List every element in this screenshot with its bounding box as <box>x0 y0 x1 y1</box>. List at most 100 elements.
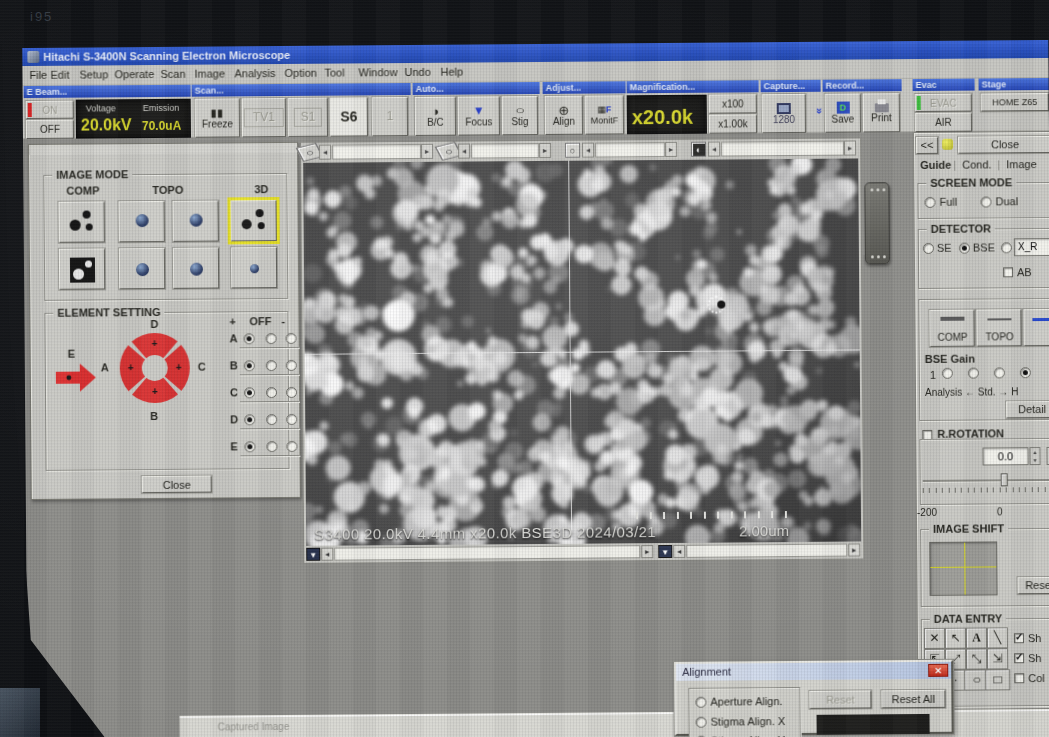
menu-undo[interactable]: Undo <box>404 66 430 78</box>
sem-image[interactable]: S3400 20.0kV 4.4mm x20.0k BSE3D 2024/03/… <box>303 158 861 545</box>
scan-single-button[interactable]: 1 <box>372 97 408 136</box>
rotation-slider-thumb[interactable] <box>1001 473 1008 486</box>
bse-gain-radio-1[interactable] <box>942 368 953 379</box>
detail-button[interactable]: Detail <box>1006 401 1049 418</box>
menu-setup[interactable]: Setup <box>79 68 108 80</box>
slider-track[interactable] <box>721 141 844 157</box>
rotation-slider-track[interactable] <box>923 479 1049 482</box>
element-radio-B-minus[interactable] <box>286 360 297 371</box>
aperture-align-radio[interactable] <box>695 697 706 708</box>
element-radio-C-off[interactable] <box>266 387 277 398</box>
topo-mode-button-3[interactable] <box>119 248 165 289</box>
sem-scroll-left-arrow[interactable]: ◄ <box>321 548 333 561</box>
bse-gain-radio-2[interactable] <box>968 368 979 379</box>
mode-3d-button-2[interactable] <box>231 247 277 288</box>
evac-button[interactable]: EVAC <box>915 94 972 112</box>
data-entry-text-tool[interactable]: A <box>966 627 987 648</box>
menu-analysis[interactable]: Analysis <box>234 67 275 79</box>
panel-note-icon[interactable] <box>942 139 953 150</box>
bse-gain-radio-3[interactable] <box>994 367 1005 378</box>
sem-scroll-icon-1[interactable]: ▼ <box>306 548 320 561</box>
adjust-monitf-button[interactable]: ▦F MonitF <box>585 95 624 134</box>
data-entry-line-tool[interactable]: ╲ <box>987 627 1008 648</box>
data-entry-check-1[interactable] <box>1014 633 1024 643</box>
mode-3d-button[interactable] <box>230 200 276 241</box>
element-radio-D-off[interactable] <box>266 414 277 425</box>
image-mode-close-button[interactable]: Close <box>142 476 212 494</box>
data-entry-delete-tool[interactable]: ✕ <box>924 628 945 649</box>
element-radio-E-off[interactable] <box>266 441 277 452</box>
capture-resolution-button[interactable]: 1280 <box>762 94 806 133</box>
image-mode-panel-titlebar[interactable] <box>29 143 297 155</box>
element-radio-D-minus[interactable] <box>286 414 297 425</box>
menu-image[interactable]: Image <box>194 67 225 79</box>
mag-x100-button[interactable]: x100 <box>709 94 757 113</box>
element-radio-C-minus[interactable] <box>286 387 297 398</box>
slider-right-arrow[interactable]: ► <box>844 140 856 155</box>
auto-bc-button[interactable]: ◑ B/C <box>415 97 456 136</box>
record-print-button[interactable]: Print <box>863 93 900 132</box>
scan-s1-button[interactable]: S1 <box>288 98 328 137</box>
topo-mode-button-1[interactable] <box>118 201 164 242</box>
detector-xr-radio[interactable] <box>1001 242 1012 253</box>
freeze-button[interactable]: ▮▮ Freeze <box>195 98 240 137</box>
image-shift-pad[interactable] <box>929 541 997 596</box>
screen-mode-dual-radio[interactable] <box>980 196 991 207</box>
slider-right-arrow[interactable]: ► <box>539 143 551 158</box>
panel-collapse-button[interactable]: << <box>916 137 938 154</box>
tab-guide[interactable]: Guide <box>920 159 951 171</box>
tab-image[interactable]: Image <box>1006 158 1037 170</box>
panel-close-button[interactable]: Close <box>958 136 1049 154</box>
sem-scroll-right-arrow[interactable]: ► <box>848 543 860 556</box>
image-shift-reset-button[interactable]: Reset <box>1017 577 1049 594</box>
menu-tool[interactable]: Tool <box>324 67 344 79</box>
slider-track[interactable] <box>471 143 539 159</box>
brightness-slider-icon[interactable]: ○ <box>565 143 580 158</box>
comp-mode-button-2[interactable] <box>59 248 105 289</box>
bse-comp-button[interactable]: COMP <box>929 310 974 347</box>
slider-right-arrow[interactable]: ► <box>421 144 433 159</box>
beam-off-button[interactable]: OFF <box>26 120 74 139</box>
auto-stig-button[interactable]: ○ Stig <box>502 96 538 135</box>
element-radio-A-minus[interactable] <box>286 333 297 344</box>
slider-left-arrow[interactable]: ◄ <box>708 142 720 157</box>
tab-cond[interactable]: Cond. <box>962 158 991 170</box>
ab-checkbox[interactable] <box>1003 267 1013 277</box>
beam-on-button[interactable]: ON <box>26 101 74 119</box>
contrast-slider-icon[interactable]: ◐ <box>691 142 706 157</box>
slider-track[interactable] <box>595 142 665 158</box>
data-entry-check-3[interactable] <box>1014 673 1024 683</box>
alignment-reset-button[interactable]: Reset <box>809 690 871 708</box>
air-button[interactable]: AIR <box>915 113 972 132</box>
adjust-align-button[interactable]: ⊕ Align <box>545 96 583 135</box>
slider-left-arrow[interactable]: ◄ <box>582 143 594 158</box>
menu-scan[interactable]: Scan <box>160 68 185 80</box>
element-radio-B-off[interactable] <box>266 360 277 371</box>
window-drag-handle[interactable] <box>864 182 890 264</box>
menu-operate[interactable]: Operate <box>114 68 154 80</box>
slider-right-arrow[interactable]: ► <box>665 142 677 157</box>
element-radio-A-off[interactable] <box>266 333 277 344</box>
menu-help[interactable]: Help <box>440 66 463 78</box>
sem-scroll-track[interactable] <box>686 544 847 558</box>
data-entry-check-2[interactable] <box>1014 653 1024 663</box>
element-radio-D-plus[interactable] <box>244 414 255 425</box>
scan-s6-button[interactable]: S6 <box>330 97 368 136</box>
element-radio-A-plus[interactable] <box>244 333 255 344</box>
mag-x1k-button[interactable]: x1.00k <box>709 114 757 133</box>
data-entry-measure-diag2-tool[interactable]: ⇲ <box>987 648 1008 669</box>
record-save-button[interactable]: D Save <box>825 93 861 132</box>
element-radio-C-plus[interactable] <box>244 387 255 398</box>
element-radio-E-plus[interactable] <box>244 441 255 452</box>
sem-scroll-left-arrow[interactable]: ◄ <box>673 545 685 558</box>
comp-mode-button[interactable] <box>58 201 104 242</box>
screen-mode-full-radio[interactable] <box>924 197 935 208</box>
detector-se-radio[interactable] <box>923 243 934 254</box>
bse-topo-button[interactable]: TOPO <box>976 309 1021 346</box>
slider-left-arrow[interactable]: ◄ <box>319 145 331 160</box>
element-diagram[interactable]: ++++ <box>114 328 195 409</box>
rotation-value-input[interactable]: 0.0 <box>982 447 1028 465</box>
menu-edit[interactable]: Edit <box>50 69 69 81</box>
detector-bse-radio[interactable] <box>959 243 970 254</box>
data-entry-measure-diag-tool[interactable]: ⤡ <box>966 648 987 669</box>
